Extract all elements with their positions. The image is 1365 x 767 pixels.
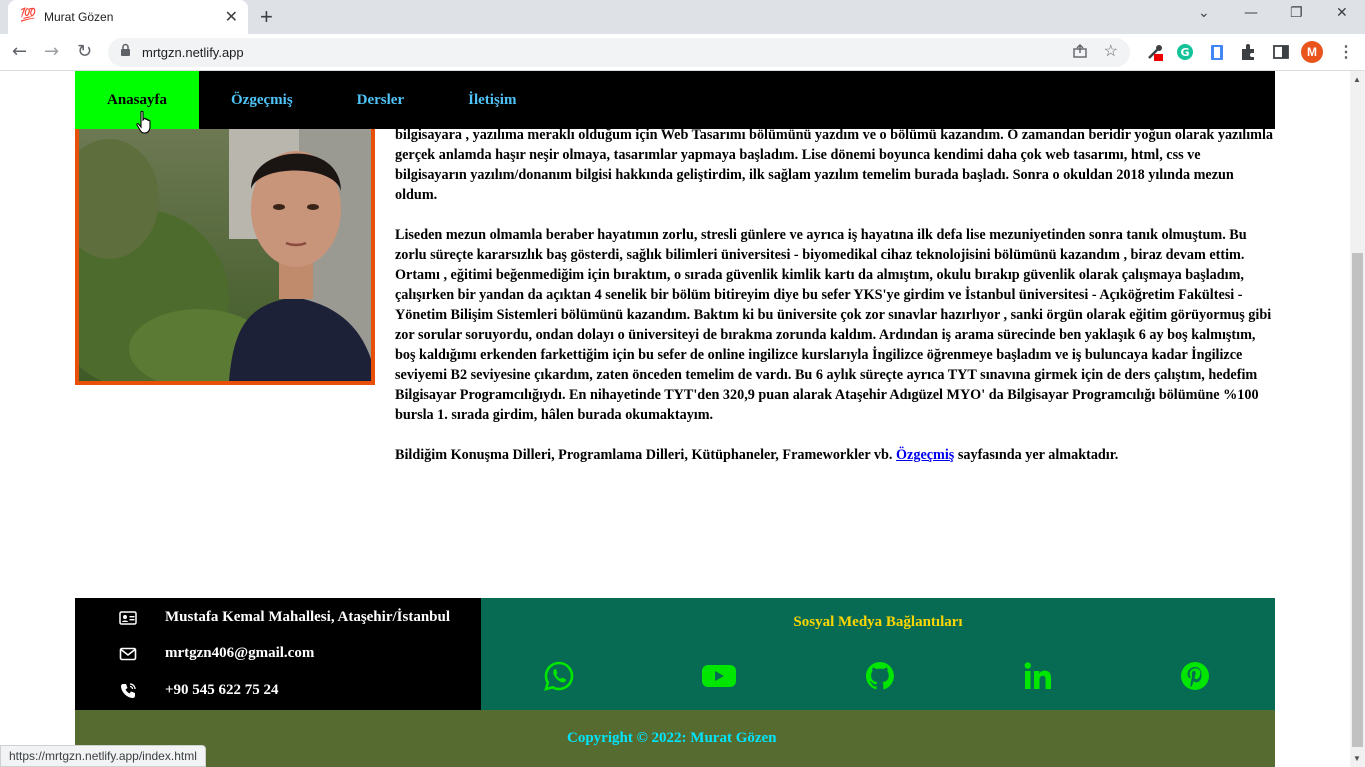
link-status-bar: https://mrtgzn.netlify.app/index.html <box>0 745 206 767</box>
article-paragraph-3: Bildiğim Konuşma Dilleri, Programlama Di… <box>395 445 1275 465</box>
profile-photo <box>75 115 375 385</box>
paragraph-3-text-after: sayfasında yer almaktadır. <box>954 447 1119 463</box>
share-icon[interactable] <box>1072 43 1088 62</box>
tab-favicon: 💯 <box>20 8 37 23</box>
forward-icon[interactable]: → <box>44 41 59 62</box>
contact-address-row: Mustafa Kemal Mahallesi, Ataşehir/İstanb… <box>75 606 481 630</box>
nav-item-ozgecmis[interactable]: Özgeçmiş <box>199 71 325 129</box>
page-scrollbar[interactable]: ▲ ▼ <box>1350 71 1365 767</box>
linkedin-icon[interactable] <box>1022 660 1054 692</box>
browser-menu-icon[interactable]: ⋮ <box>1338 42 1354 62</box>
svg-text:G: G <box>1180 46 1189 59</box>
contact-phone: +90 545 622 75 24 <box>165 682 279 698</box>
back-icon[interactable]: ← <box>12 41 27 62</box>
nav-item-dersler[interactable]: Dersler <box>325 71 436 129</box>
article-paragraph-2: Liseden mezun olmamla beraber hayatımın … <box>395 227 1272 423</box>
url-text[interactable]: mrtgzn.netlify.app <box>142 45 244 60</box>
paragraph-3-text-before: Bildiğim Konuşma Dilleri, Programlama Di… <box>395 447 897 463</box>
social-media-box: Sosyal Medya Bağlantıları <box>481 598 1275 710</box>
browser-toolbar: ← → ↻ mrtgzn.netlify.app ☆ G <box>0 34 1365 71</box>
ozgecmis-link[interactable]: Özgeçmiş <box>896 447 954 463</box>
lock-icon[interactable] <box>120 43 131 60</box>
scroll-down-icon[interactable]: ▼ <box>1353 754 1361 763</box>
contact-box: Mustafa Kemal Mahallesi, Ataşehir/İstanb… <box>75 598 481 710</box>
contact-phone-row: +90 545 622 75 24 <box>75 679 481 703</box>
envelope-icon <box>119 647 137 661</box>
tab-title: Murat Gözen <box>44 10 114 24</box>
grammarly-extension-icon[interactable]: G <box>1175 42 1195 62</box>
profile-avatar[interactable]: M <box>1301 41 1323 63</box>
address-card-icon <box>119 611 137 625</box>
new-tab-icon[interactable]: + <box>260 4 273 30</box>
window-close-icon[interactable]: ✕ <box>1336 5 1348 21</box>
bookmark-star-icon[interactable]: ☆ <box>1104 41 1118 61</box>
clipboard-extension-icon[interactable] <box>1207 42 1227 62</box>
copyright-text: Copyright © 2022: Murat Gözen <box>567 730 777 746</box>
main-nav: Anasayfa Özgeçmiş Dersler İletişim <box>75 71 1275 129</box>
restore-icon[interactable]: ❐ <box>1290 5 1303 21</box>
hand-cursor-icon <box>136 110 151 134</box>
article-paragraph-1: bilgisayara , yazılıma meraklı olduğum i… <box>395 127 1274 203</box>
github-icon[interactable] <box>864 660 896 692</box>
nav-item-iletisim[interactable]: İletişim <box>436 71 548 129</box>
browser-tab[interactable]: 💯 Murat Gözen ✕ <box>8 0 248 34</box>
scrollbar-thumb[interactable] <box>1352 253 1363 747</box>
browser-tabstrip: 💯 Murat Gözen ✕ + ⌄ — ❐ ✕ <box>0 0 1365 34</box>
contact-email-row: mrtgzn406@gmail.com <box>75 642 481 666</box>
tab-close-icon[interactable]: ✕ <box>225 7 238 27</box>
copyright-bar: Copyright © 2022: Murat Gözen <box>75 710 1275 767</box>
reload-icon[interactable]: ↻ <box>77 41 92 62</box>
phone-icon <box>121 683 136 698</box>
contact-email[interactable]: mrtgzn406@gmail.com <box>165 645 314 662</box>
address-bar[interactable]: mrtgzn.netlify.app ☆ <box>108 38 1130 67</box>
youtube-icon[interactable] <box>701 660 737 692</box>
pinterest-icon[interactable] <box>1179 660 1211 692</box>
eyedropper-extension-icon[interactable] <box>1145 42 1165 62</box>
social-heading: Sosyal Medya Bağlantıları <box>793 614 963 630</box>
about-article: bilgisayara , yazılıma meraklı olduğum i… <box>395 125 1275 485</box>
extensions-puzzle-icon[interactable] <box>1239 42 1259 62</box>
contact-address: Mustafa Kemal Mahallesi, Ataşehir/İstanb… <box>165 609 451 625</box>
whatsapp-icon[interactable] <box>543 660 575 692</box>
side-panel-icon[interactable] <box>1271 42 1291 62</box>
scroll-up-icon[interactable]: ▲ <box>1353 75 1361 84</box>
minimize-icon[interactable]: — <box>1244 5 1258 21</box>
tab-search-icon[interactable]: ⌄ <box>1198 5 1210 21</box>
